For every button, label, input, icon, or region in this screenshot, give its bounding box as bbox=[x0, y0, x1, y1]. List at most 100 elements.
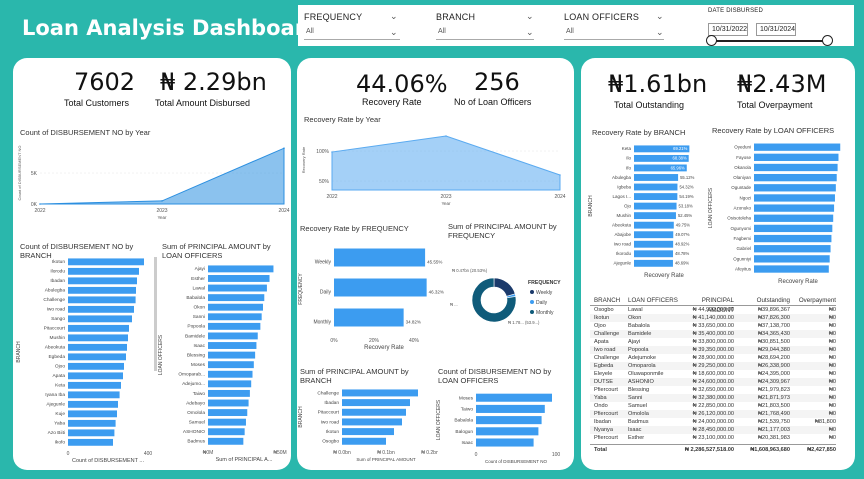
data-point bbox=[161, 200, 163, 202]
table-cell: ₦0 bbox=[828, 387, 836, 393]
date-range-start-handle[interactable] bbox=[706, 35, 717, 46]
table-cell: Okon bbox=[628, 315, 642, 321]
table-cell: Eleyele bbox=[594, 371, 613, 377]
category-label: Fagbemi bbox=[733, 236, 751, 241]
bar bbox=[68, 315, 132, 323]
frequency-slicer[interactable]: FREQUENCY ⌄ All ⌄ bbox=[298, 5, 428, 46]
chevron-down-icon[interactable]: ⌄ bbox=[390, 11, 398, 22]
frequency-slicer-value[interactable]: All bbox=[306, 28, 314, 35]
branch-slicer[interactable]: BRANCH ⌄ All ⌄ bbox=[430, 5, 560, 46]
loan-officers-slicer[interactable]: LOAN OFFICERS ⌄ All ⌄ bbox=[558, 5, 698, 46]
table-cell: Badmus bbox=[628, 419, 649, 425]
table-cell: ₦0 bbox=[828, 411, 836, 417]
table-cell: ₦21,539,750 bbox=[757, 419, 790, 425]
table-cell: ₦ 18,600,000.00 bbox=[692, 371, 734, 377]
column-header[interactable]: PRINCIPAL AMOUNT bbox=[678, 296, 736, 314]
table-row[interactable]: Egbeda Omoparola ₦ 29,250,000.00 ₦26,338,90… bbox=[590, 362, 836, 370]
bar bbox=[754, 255, 830, 263]
column-header[interactable]: Outstanding bbox=[736, 296, 792, 305]
disbursement-by-year-chart[interactable]: 0K5K2022 2023 2024YearCount of DISBURSEMEN… bbox=[16, 137, 291, 222]
bar bbox=[68, 438, 113, 446]
recovery-by-year-chart[interactable]: 50% 100% 2022 2023 2024 Year Recovery Rate bbox=[300, 122, 570, 212]
table-row[interactable]: Ojoo Babalola ₦ 33,650,000.00 ₦37,138,700 ₦0 bbox=[590, 322, 836, 330]
date-slicer[interactable]: DATE DISBURSED 10/31/2022 10/31/2024 bbox=[702, 5, 852, 46]
recovery-by-branch-chart[interactable]: Keta 69.21% Ilo 68.38% Ifo 65.96% Abulegba 55.1… bbox=[588, 140, 706, 290]
category-label: Daily bbox=[320, 290, 332, 296]
table-cell: Nyanya bbox=[594, 427, 613, 433]
category-label: Ajegunle bbox=[613, 261, 631, 266]
table-cell: ₦0 bbox=[828, 315, 836, 321]
column-header[interactable]: LOAN OFFICERS bbox=[628, 296, 678, 305]
bar bbox=[754, 184, 836, 192]
divider bbox=[564, 39, 664, 40]
category-label: Yaba bbox=[54, 421, 65, 427]
chevron-down-icon[interactable]: ⌄ bbox=[526, 27, 534, 38]
table-row[interactable]: Ikotun Okon ₦ 41,140,000.00 ₦37,826,300 ₦0 bbox=[590, 314, 836, 322]
x-axis-title: Year bbox=[441, 201, 451, 206]
x-tick-label: 0% bbox=[330, 338, 338, 344]
chevron-down-icon[interactable]: ⌄ bbox=[526, 11, 534, 22]
category-label: Iwo road bbox=[614, 242, 632, 247]
table-row[interactable]: Challenge Adejumoke ₦ 28,900,000.00 ₦28,694… bbox=[590, 354, 836, 362]
category-label: Babalola bbox=[454, 418, 473, 424]
category-label: Abajobe bbox=[614, 232, 631, 237]
table-row[interactable]: Pfiercourt Blessing ₦ 32,650,000.00 ₦21,979… bbox=[590, 386, 836, 394]
table-cell: ₦0 bbox=[828, 403, 836, 409]
date-range-track bbox=[712, 40, 830, 42]
branch-slicer-label: BRANCH bbox=[436, 12, 476, 22]
scrollbar bbox=[154, 257, 157, 371]
table-row[interactable]: Eleyele Oluwaponmile ₦ 18,600,000.00 ₦24,39… bbox=[590, 370, 836, 378]
recovery-by-frequency-chart[interactable]: Weekly 45.55% Daily 46.32% Monthly 34.82% 0% 20… bbox=[298, 240, 448, 358]
chevron-down-icon[interactable]: ⌄ bbox=[390, 27, 398, 38]
bar bbox=[342, 428, 394, 436]
table-cell: ₦21,979,823 bbox=[757, 387, 790, 393]
end-date-input[interactable]: 10/31/2024 bbox=[756, 23, 796, 36]
table-row[interactable]: Iwo road Popoola ₦ 39,350,000.00 ₦29,044,38… bbox=[590, 346, 836, 354]
x-axis-title: Year bbox=[157, 215, 167, 220]
table-row[interactable]: Yaba Sanni ₦ 32,380,000.00 ₦21,871,973 ₦0 bbox=[590, 394, 836, 402]
category-label: Babalola bbox=[186, 295, 205, 301]
table-row[interactable]: Challenge Bamidele ₦ 35,400,000.00 ₦34,365,… bbox=[590, 330, 836, 338]
category-label: Samuel bbox=[189, 419, 205, 425]
branch-slicer-value[interactable]: All bbox=[438, 28, 446, 35]
table-row[interactable]: Apata Ajayi ₦ 33,800,000.00 ₦30,851,500 ₦0 bbox=[590, 338, 836, 346]
table-row[interactable]: Pfiercourt Omolola ₦ 26,120,000.00 ₦21,768,… bbox=[590, 410, 836, 418]
disbursement-by-branch-chart[interactable]: Ikotun Ilorodu Ibadan Abulegba Challenge Iwo … bbox=[16, 255, 158, 467]
bar bbox=[68, 353, 126, 361]
table-row[interactable]: Ibadan Badmus ₦ 24,000,000.00 ₦21,539,750 ₦8… bbox=[590, 418, 836, 426]
loan-officers-slicer-value[interactable]: All bbox=[566, 28, 574, 35]
table-cell: ₦ 29,250,000.00 bbox=[692, 363, 734, 369]
table-row[interactable]: Nyanya Isaac ₦ 28,450,000.00 ₦21,177,003 ₦0 bbox=[590, 426, 836, 434]
data-label: 49.75% bbox=[676, 223, 690, 228]
principal-by-frequency-chart[interactable]: ₦ 0.47bn (20.53%) ₦ ... ₦ 1.78... (53.9...… bbox=[446, 262, 572, 342]
principal-by-branch-chart[interactable]: Challenge Ibadan Pitaccourt Iwo road Ikotun O… bbox=[298, 386, 438, 468]
column-header[interactable]: Overpayment bbox=[792, 296, 836, 305]
recovery-by-officer-chart[interactable]: Oyeduni Fayose Okanola Olaniyan Oguntade Ngoz… bbox=[708, 138, 848, 290]
table-row[interactable]: DUTSE ASHONIO ₦ 24,600,000.00 ₦24,309,967 ₦0 bbox=[590, 378, 836, 386]
bar bbox=[634, 193, 678, 200]
category-label: Olaniyan bbox=[733, 175, 751, 180]
bar bbox=[334, 308, 404, 327]
category-label: Egbeda bbox=[48, 354, 65, 360]
category-label: Lagos I... bbox=[612, 194, 631, 199]
y-tick-label: 5K bbox=[31, 171, 38, 177]
start-date-input[interactable]: 10/31/2022 bbox=[708, 23, 748, 36]
column-header[interactable]: BRANCH bbox=[590, 296, 628, 305]
principal-by-officer-chart[interactable]: Ajayi Esther Lawal Babalola Okon Sanni Popoola… bbox=[158, 262, 288, 467]
bar bbox=[68, 296, 136, 304]
y-axis-title: FREQUENCY bbox=[298, 273, 304, 305]
category-label: Blessing bbox=[187, 352, 205, 358]
bar bbox=[208, 275, 270, 282]
data-label: ₦ ... bbox=[450, 302, 458, 307]
legend-marker bbox=[530, 310, 534, 314]
chevron-down-icon[interactable]: ⌄ bbox=[656, 27, 664, 38]
date-range-end-handle[interactable] bbox=[822, 35, 833, 46]
table-row[interactable]: Ondo Samuel ₦ 22,850,000.00 ₦21,803,500 ₦0 bbox=[590, 402, 836, 410]
y-axis-title: Count of DISBURSEMENT NO bbox=[17, 145, 22, 200]
total-outstanding-value: ₦1.61bn bbox=[608, 70, 708, 98]
table-row[interactable]: Osogbo Lawal ₦ 44,900,000.00 ₦39,896,367 ₦0 bbox=[590, 306, 836, 314]
category-label: Mushin bbox=[50, 335, 66, 341]
chevron-down-icon[interactable]: ⌄ bbox=[656, 11, 664, 22]
disbursement-by-officer-chart[interactable]: Moses Taiwo Babalola Balogun Isaac0 100 Count … bbox=[436, 390, 570, 468]
table-row[interactable]: Pfiercourt Esther ₦ 23,100,000.00 ₦20,381,9… bbox=[590, 434, 836, 442]
